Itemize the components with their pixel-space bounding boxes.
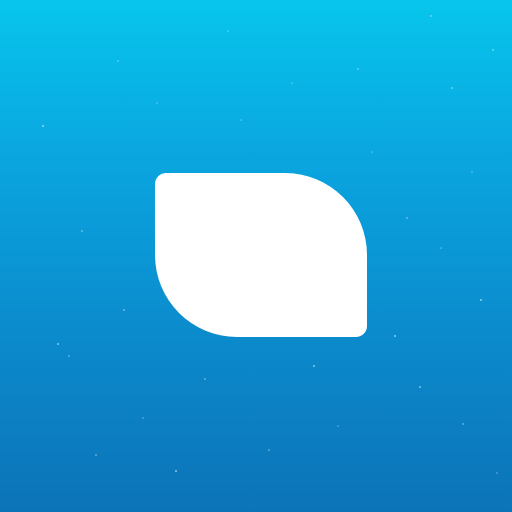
leaf-shape-icon bbox=[155, 173, 367, 337]
app-icon bbox=[0, 0, 512, 512]
